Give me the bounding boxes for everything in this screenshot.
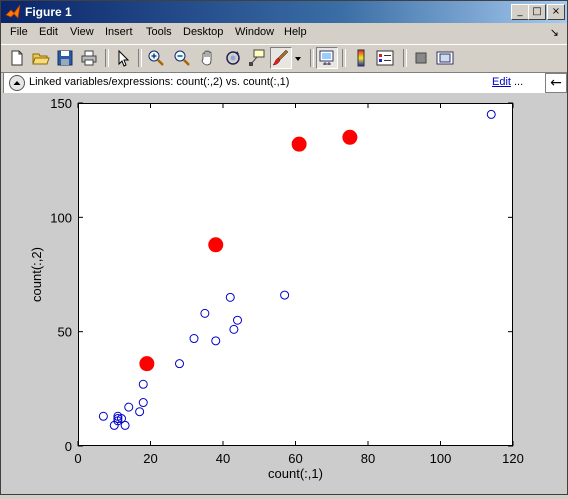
brush-button[interactable]: [270, 47, 292, 69]
collapse-linkbar-button[interactable]: [9, 75, 25, 91]
link-plot-button[interactable]: [316, 47, 338, 69]
brushed-data-point[interactable]: [139, 356, 155, 372]
minimize-button[interactable]: _: [511, 4, 529, 20]
hide-plot-tools-icon: [415, 52, 427, 64]
menu-edit[interactable]: Edit: [39, 26, 58, 38]
maximize-button[interactable]: □: [528, 4, 546, 20]
menu-tools[interactable]: Tools: [146, 26, 172, 38]
figure-window: Figure 1 _ □ × File Edit View Insert Too…: [0, 0, 568, 495]
new-file-icon: [11, 50, 23, 66]
menu-desktop[interactable]: Desktop: [183, 26, 223, 38]
x-axis-label: count(:,1): [268, 466, 323, 481]
hand-icon: [201, 50, 212, 66]
floppy-disk-icon: [57, 50, 73, 66]
brush-icon: [272, 49, 289, 66]
x-tick-label: 100: [430, 451, 452, 466]
dock-figure-icon[interactable]: ↘: [550, 26, 559, 39]
toolbar-separator: [403, 49, 407, 67]
y-tick-label: 150: [50, 96, 72, 111]
toolbar-separator: [138, 49, 142, 67]
x-tick-label: 80: [361, 451, 375, 466]
menu-view[interactable]: View: [70, 26, 94, 38]
show-plot-tools-icon: [436, 51, 454, 65]
toolbar-separator: [310, 49, 314, 67]
zoom-in-button[interactable]: [146, 48, 166, 68]
edit-link[interactable]: Edit: [492, 76, 511, 88]
show-plot-tools-button[interactable]: [435, 48, 455, 68]
dropdown-arrow-icon: [295, 57, 301, 61]
linked-variables-text: Linked variables/expressions: count(:,2)…: [29, 76, 290, 88]
y-tick-label: 0: [65, 439, 72, 454]
data-cursor-button[interactable]: [247, 48, 267, 68]
brushed-data-point[interactable]: [291, 136, 307, 152]
brushed-data-point[interactable]: [208, 237, 224, 253]
rotate-3d-button[interactable]: [223, 48, 243, 68]
zoom-in-icon: [148, 50, 164, 66]
open-file-button[interactable]: [31, 48, 51, 68]
scatter-chart[interactable]: 0 20 40 60 80 100 120 0 50 100 150 count(:,1) coun…: [1, 93, 567, 494]
arrow-cursor-icon: [118, 49, 130, 67]
menu-file[interactable]: File: [10, 26, 28, 38]
window-title: Figure 1: [25, 5, 72, 19]
toolbar-separator: [342, 49, 346, 67]
legend-icon: [376, 50, 394, 66]
toolbar-separator: [105, 49, 109, 67]
edit-plot-button[interactable]: [113, 48, 133, 68]
hide-plot-tools-button[interactable]: [411, 48, 431, 68]
zoom-out-button[interactable]: [172, 48, 192, 68]
printer-icon: [81, 50, 97, 66]
x-tick-label: 0: [74, 451, 81, 466]
print-button[interactable]: [79, 48, 99, 68]
brush-menu-button[interactable]: [293, 48, 303, 68]
pan-button[interactable]: [198, 48, 218, 68]
edit-ellipsis: ...: [514, 76, 524, 88]
insert-legend-button[interactable]: [375, 48, 395, 68]
menu-help[interactable]: Help: [284, 26, 307, 38]
break-link-button[interactable]: ←: [545, 73, 567, 93]
x-tick-label: 20: [143, 451, 157, 466]
y-tick-label: 50: [58, 325, 72, 340]
linked-data-bar: Linked variables/expressions: count(:,2)…: [3, 72, 567, 94]
y-axis-label: count(:,2): [29, 247, 44, 302]
data-cursor-icon: [249, 49, 265, 66]
menu-bar: File Edit View Insert Tools Desktop Wind…: [1, 23, 567, 43]
colorbar-icon: [357, 49, 365, 67]
new-figure-button[interactable]: [7, 48, 27, 68]
axes-background[interactable]: [78, 103, 513, 446]
insert-colorbar-button[interactable]: [351, 48, 371, 68]
x-tick-label: 120: [502, 451, 524, 466]
chevron-up-icon: [13, 81, 21, 85]
link-plot-icon: [319, 50, 334, 65]
menu-window[interactable]: Window: [235, 26, 274, 38]
brushed-data-point[interactable]: [342, 129, 358, 145]
rotate-3d-icon: [226, 51, 240, 65]
x-tick-label: 40: [216, 451, 230, 466]
figure-toolbar: [1, 44, 567, 73]
title-bar[interactable]: Figure 1 _ □ ×: [1, 1, 567, 23]
save-button[interactable]: [55, 48, 75, 68]
menu-insert[interactable]: Insert: [105, 26, 133, 38]
y-tick-label: 100: [50, 210, 72, 225]
figure-canvas: 0 20 40 60 80 100 120 0 50 100 150 count(:,1) coun…: [1, 93, 567, 494]
close-button[interactable]: ×: [547, 4, 565, 20]
x-tick-label: 60: [288, 451, 302, 466]
zoom-out-icon: [174, 50, 190, 66]
matlab-logo-icon: [5, 4, 21, 19]
folder-icon: [32, 53, 50, 65]
